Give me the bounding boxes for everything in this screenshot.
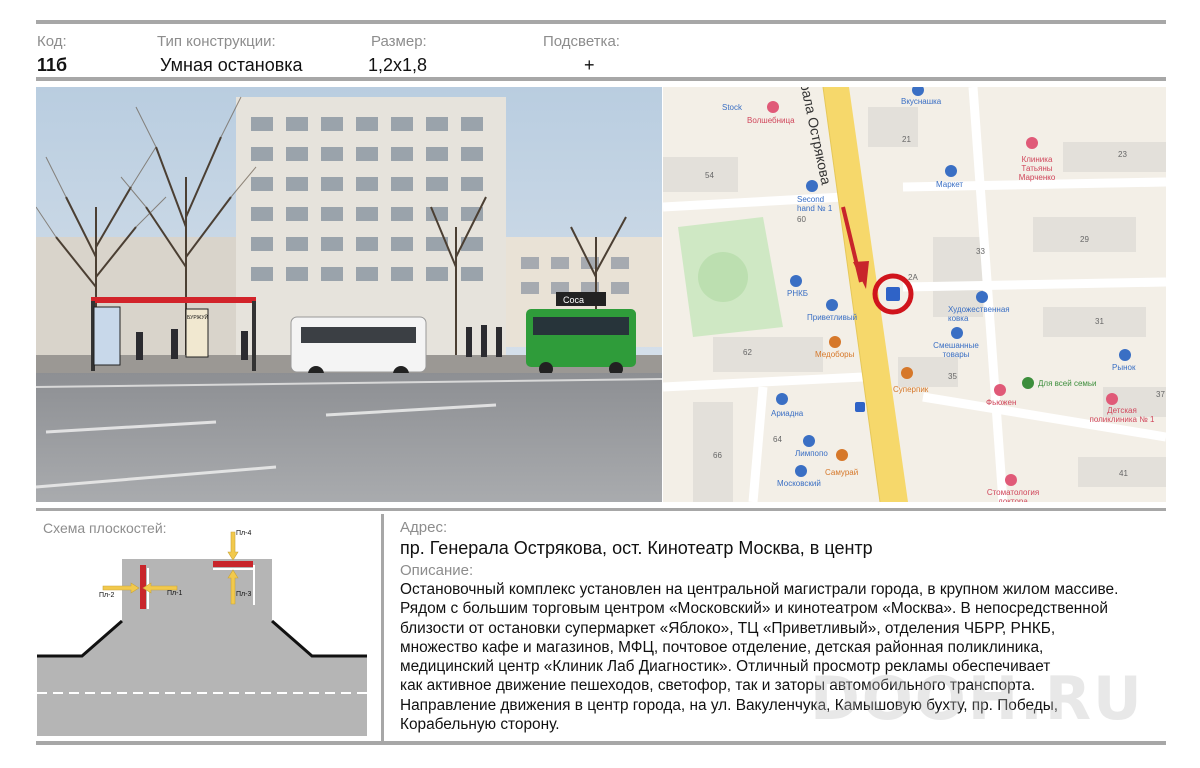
description-label: Описание: — [400, 562, 474, 579]
map-pin-icon — [901, 367, 913, 379]
map-building-number: 29 — [1080, 235, 1089, 244]
location-map[interactable]: рала Острякова Stock Волшебница Вкуснашк… — [663, 87, 1166, 502]
section-rule — [36, 508, 1166, 511]
map-pin-icon — [1106, 393, 1118, 405]
map-pin-icon — [767, 101, 779, 113]
map-label: Художественная ковка — [948, 305, 1010, 323]
map-label: Stock — [722, 103, 743, 112]
shop-sign: Coca — [563, 295, 584, 305]
map-pin-icon — [945, 165, 957, 177]
plane-2-label: Пл-2 — [99, 592, 114, 599]
map-pin-icon — [795, 465, 807, 477]
map-label: Рынок — [1112, 363, 1136, 372]
map-label: Для всей семьи — [1038, 379, 1097, 388]
code-label: Код: — [37, 33, 67, 50]
map-pin-icon — [976, 291, 988, 303]
map-pin-icon — [994, 384, 1006, 396]
map-pin-icon — [951, 327, 963, 339]
description-line: Остановочный комплекс установлен на цент… — [400, 581, 1119, 598]
map-label: Стоматология доктора — [986, 488, 1040, 502]
map-label: Медоборы — [815, 350, 855, 359]
map-label: Second hand № 1 — [797, 195, 833, 213]
map-pin-icon — [1119, 349, 1131, 361]
vertical-divider — [381, 514, 384, 741]
map-label: Фьюжен — [986, 398, 1017, 407]
map-building-number: 54 — [705, 171, 714, 180]
map-building-number: 41 — [1119, 469, 1128, 478]
header-bottom-rule — [36, 77, 1166, 81]
map-building-number: 33 — [976, 247, 985, 256]
description-line: множество кафе и магазинов, МФЦ, почтово… — [400, 638, 1044, 656]
map-label: Смешанные товары — [933, 341, 979, 359]
address-value: пр. Генерала Острякова, ост. Кинотеатр М… — [400, 538, 873, 558]
map-building-number: 21 — [902, 135, 911, 144]
map-label: Приветливый — [807, 313, 858, 322]
plane-4-label: Пл-4 — [236, 530, 251, 537]
street-photo-illustration: БУРЖУЙ Coca — [36, 87, 662, 502]
map-label: Волшебница — [747, 116, 795, 125]
map-label: РНКБ — [787, 289, 809, 298]
map-building-number: 31 — [1095, 317, 1104, 326]
map-pin-icon — [826, 299, 838, 311]
light-value: + — [584, 55, 595, 75]
map-building-number: 37 — [1156, 390, 1165, 399]
type-value: Умная остановка — [160, 55, 303, 75]
address-label: Адрес: — [400, 519, 448, 536]
map-building-number: 66 — [713, 451, 722, 460]
map-label: Вкуснашка — [901, 97, 942, 106]
map-label: Суперпик — [893, 385, 929, 394]
code-value: 11б — [37, 55, 68, 75]
map-label: Московский — [777, 479, 821, 488]
map-pin-icon — [790, 275, 802, 287]
map-building-number: 60 — [797, 215, 806, 224]
map-pin-icon — [776, 393, 788, 405]
type-label: Тип конструкции: — [157, 33, 276, 50]
map-label: Самурай — [825, 468, 859, 477]
map-label: Лимпопо — [795, 449, 828, 458]
planes-schema: Пл-1 Пл-2 Пл-3 Пл-4 — [37, 530, 367, 736]
map-label: Клиника Татьяны Марченко — [1018, 155, 1056, 182]
map-building-number: 62 — [743, 348, 752, 357]
plane-1-label: Пл-1 — [167, 590, 182, 597]
size-label: Размер: — [371, 33, 427, 50]
description-line: Рядом с большим торговым центром «Москов… — [400, 600, 1108, 618]
map-pin-icon — [1022, 377, 1034, 389]
size-value: 1,2x1,8 — [368, 55, 428, 75]
watermark: DOOH.RU — [810, 664, 1144, 734]
map-pin-icon — [803, 435, 815, 447]
top-rule — [36, 20, 1166, 24]
map-pin-icon — [1005, 474, 1017, 486]
map-label: Маркет — [936, 180, 964, 189]
map-base — [663, 87, 1166, 502]
map-pin-icon — [829, 336, 841, 348]
map-building-number: 23 — [1118, 150, 1127, 159]
street-photo: БУРЖУЙ Coca — [36, 87, 662, 502]
light-label: Подсветка: — [543, 33, 620, 50]
map-pin-icon — [836, 449, 848, 461]
bottom-rule — [36, 741, 1166, 745]
plane-3-label: Пл-3 — [236, 591, 251, 598]
map-building-number: 35 — [948, 372, 957, 381]
map-pin-icon — [806, 180, 818, 192]
stop-ad-sign: БУРЖУЙ — [187, 313, 209, 321]
map-pin-icon — [1026, 137, 1038, 149]
description-line: близости от остановки супермаркет «Яблок… — [400, 619, 1056, 637]
map-label: Детская поликлиника № 1 — [1089, 406, 1155, 424]
map-building-number: 2A — [908, 273, 918, 282]
map-label: Ариадна — [771, 409, 804, 418]
map-building-number: 64 — [773, 435, 782, 444]
